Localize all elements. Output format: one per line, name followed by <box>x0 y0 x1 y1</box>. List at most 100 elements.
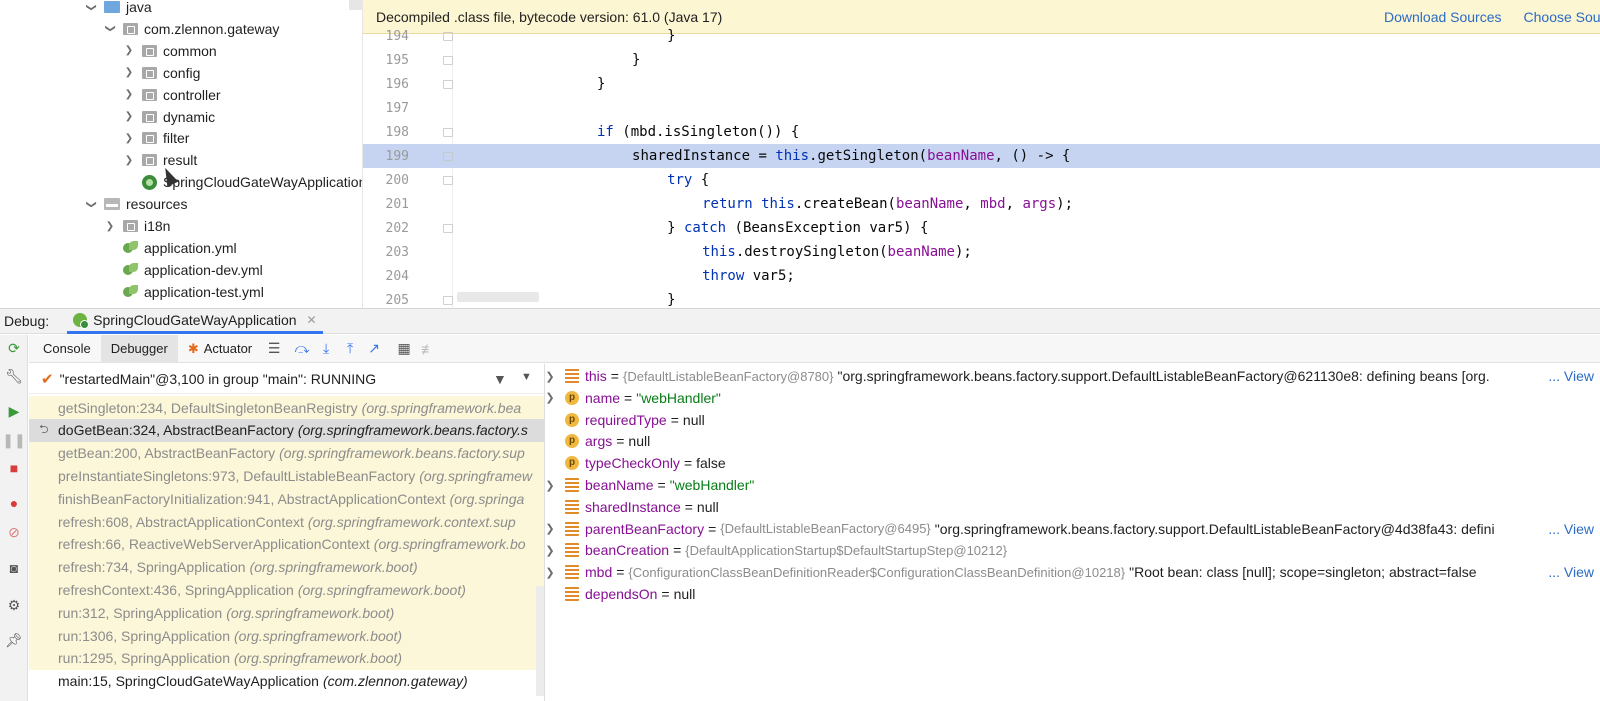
resume-icon[interactable]: ▶ <box>5 402 23 420</box>
stack-frame[interactable]: getSingleton:234, DefaultSingletonBeanRe… <box>29 396 544 419</box>
variable-row[interactable]: sharedInstance = null <box>545 496 1600 518</box>
fold-marker-icon[interactable] <box>443 151 453 161</box>
fold-marker-icon[interactable] <box>443 295 453 305</box>
code-line[interactable]: 205} <box>363 288 1600 308</box>
stack-frame[interactable]: finishBeanFactoryInitialization:941, Abs… <box>29 487 544 511</box>
tab-console[interactable]: Console <box>33 335 101 363</box>
chevron-down-icon[interactable]: ❯ <box>86 0 97 14</box>
tree-item[interactable]: SpringCloudGateWayApplication <box>122 171 362 193</box>
chevron-right-icon[interactable]: ❯ <box>545 566 555 579</box>
fold-marker-icon[interactable] <box>443 31 453 41</box>
code-line[interactable]: 197 <box>363 96 1600 120</box>
tree-item[interactable]: application-test.yml <box>103 281 264 303</box>
fold-marker-icon[interactable] <box>443 175 453 185</box>
tree-item[interactable]: ❯ result <box>122 149 197 171</box>
camera-icon[interactable]: ◙ <box>5 559 23 577</box>
variable-row[interactable]: ❯ this = {DefaultListableBeanFactory@8780} "… <box>545 365 1600 387</box>
fold-marker-icon[interactable] <box>443 55 453 65</box>
stack-frame[interactable]: preInstantiateSingletons:973, DefaultLis… <box>29 464 544 488</box>
variable-row[interactable]: ❯ p name = "webHandler" <box>545 387 1600 409</box>
stack-frame[interactable]: ⮌ doGetBean:324, AbstractBeanFactory (org.… <box>29 418 544 442</box>
rerun-icon[interactable]: ⟳ <box>5 339 23 357</box>
chevron-right-icon[interactable]: ❯ <box>122 133 136 144</box>
chevron-right-icon[interactable]: ❯ <box>122 89 136 100</box>
stack-frame[interactable]: main:15, SpringCloudGateWayApplication (c… <box>29 669 544 693</box>
stack-frame[interactable]: run:312, SpringApplication (org.springfra… <box>29 601 544 625</box>
step-over-icon[interactable]: ⤓ <box>314 337 338 361</box>
step-into-icon[interactable]: ⤒ <box>338 337 362 361</box>
chevron-right-icon[interactable]: ❯ <box>545 479 555 492</box>
choose-sources-link[interactable]: Choose Sou <box>1524 9 1600 25</box>
gear-icon[interactable]: ⚙ <box>5 596 23 614</box>
code-line[interactable]: 204 throw var5; <box>363 264 1600 288</box>
step-out-icon[interactable]: ↗ <box>362 337 386 361</box>
variable-row[interactable]: dependsOn = null <box>545 583 1600 605</box>
stack-frame[interactable]: refresh:734, SpringApplication (org.sprin… <box>29 555 544 579</box>
tree-item[interactable]: ❯ com.zlennon.gateway <box>103 18 280 40</box>
code-line[interactable]: 202} catch (BeansException var5) { <box>363 216 1600 240</box>
code-line[interactable]: 195} <box>363 48 1600 72</box>
variable-row[interactable]: ❯ beanName = "webHandler" <box>545 474 1600 496</box>
debug-session-tab[interactable]: SpringCloudGateWayApplication ✕ <box>67 308 323 334</box>
filter-icon[interactable]: ▼ <box>493 371 507 387</box>
pin-icon[interactable]: 📌︎ <box>5 631 23 649</box>
tree-item[interactable]: ❯ common <box>122 40 217 62</box>
chevron-right-icon[interactable]: ❯ <box>545 370 555 383</box>
fold-marker-icon[interactable] <box>443 223 453 233</box>
evaluate-expression-icon[interactable]: ▦ <box>392 337 416 361</box>
tree-item[interactable]: ❯ filter <box>122 127 190 149</box>
variable-row[interactable]: ❯ beanCreation = {DefaultApplicationStartup… <box>545 539 1600 561</box>
variable-row[interactable]: p args = null <box>545 430 1600 452</box>
settings-wrench-icon[interactable]: 🔧︎ <box>5 367 23 385</box>
tree-item[interactable]: ❯ config <box>122 62 201 84</box>
code-line[interactable]: 194} <box>363 24 1600 48</box>
tree-item[interactable]: ❯ java <box>84 0 152 18</box>
stack-frame[interactable]: getBean:200, AbstractBeanFactory (org.spr… <box>29 441 544 465</box>
code-line[interactable]: 203 this.destroySingleton(beanName); <box>363 240 1600 264</box>
thread-selector[interactable]: ✔ "restartedMain"@3,100 in group "main":… <box>29 364 544 394</box>
tree-item[interactable]: ❯ i18n <box>103 215 171 237</box>
variable-row[interactable]: p requiredType = null <box>545 409 1600 431</box>
stop-icon[interactable]: ■ <box>5 459 23 477</box>
stack-frame[interactable]: run:1306, SpringApplication (org.springfr… <box>29 624 544 647</box>
code-line[interactable]: 198 if (mbd.isSingleton()) { <box>363 120 1600 144</box>
tree-item[interactable]: application.yml <box>103 237 237 259</box>
fold-marker-icon[interactable] <box>443 79 453 89</box>
code-area[interactable]: 194} 195} 196} 197 198 if (mbd.isSingleton())… <box>363 28 1600 308</box>
trace-icon[interactable]: ≢ <box>416 337 440 361</box>
frames-scrollbar[interactable] <box>536 586 544 696</box>
tab-debugger[interactable]: Debugger <box>100 334 178 363</box>
pause-icon[interactable]: ❚❚ <box>2 431 25 449</box>
chevron-right-icon[interactable]: ❯ <box>545 522 555 535</box>
chevron-right-icon[interactable]: ❯ <box>122 155 136 166</box>
tree-item[interactable]: ❯ resources <box>84 193 188 215</box>
stack-frame[interactable]: refreshContext:436, SpringApplication (or… <box>29 578 544 602</box>
tab-actuator[interactable]: ✱ Actuator <box>178 335 262 363</box>
stack-frame[interactable]: refresh:66, ReactiveWebServerApplication… <box>29 532 544 556</box>
current-execution-line[interactable]: 199 sharedInstance = this.getSingleton(be… <box>363 144 1600 168</box>
code-line[interactable]: 200 try { <box>363 168 1600 192</box>
chevron-down-icon[interactable]: ❯ <box>105 22 116 36</box>
variable-row[interactable]: p typeCheckOnly = false <box>545 452 1600 474</box>
code-line[interactable]: 196} <box>363 72 1600 96</box>
chevron-right-icon[interactable]: ❯ <box>122 45 136 56</box>
download-sources-link[interactable]: Download Sources <box>1384 9 1502 25</box>
view-breakpoints-icon[interactable]: ● <box>5 494 23 512</box>
chevron-right-icon[interactable]: ❯ <box>122 111 136 122</box>
chevron-down-icon[interactable]: ❯ <box>86 197 97 211</box>
stack-frame[interactable]: refresh:608, AbstractApplicationContext(… <box>29 510 544 533</box>
tree-item[interactable]: ❯ dynamic <box>122 106 215 128</box>
show-execution-point-icon[interactable]: ⤼ <box>290 337 314 361</box>
code-line[interactable]: 201 return this.createBean(beanName, mbd,… <box>363 192 1600 216</box>
editor-horizontal-scrollbar[interactable] <box>457 292 539 302</box>
chevron-down-icon[interactable]: ▼ <box>521 371 532 383</box>
menu-icon[interactable]: ☰ <box>262 337 286 361</box>
tree-scrollbar[interactable] <box>349 0 362 10</box>
tree-item[interactable]: ❯ controller <box>122 84 221 106</box>
view-value-link[interactable]: ... View <box>1546 520 1594 537</box>
view-value-link[interactable]: ... View <box>1546 564 1594 581</box>
view-value-link[interactable]: ... View <box>1546 368 1594 384</box>
chevron-right-icon[interactable]: ❯ <box>103 221 117 232</box>
tree-item[interactable]: application-dev.yml <box>103 259 263 281</box>
chevron-right-icon[interactable]: ❯ <box>545 544 555 557</box>
